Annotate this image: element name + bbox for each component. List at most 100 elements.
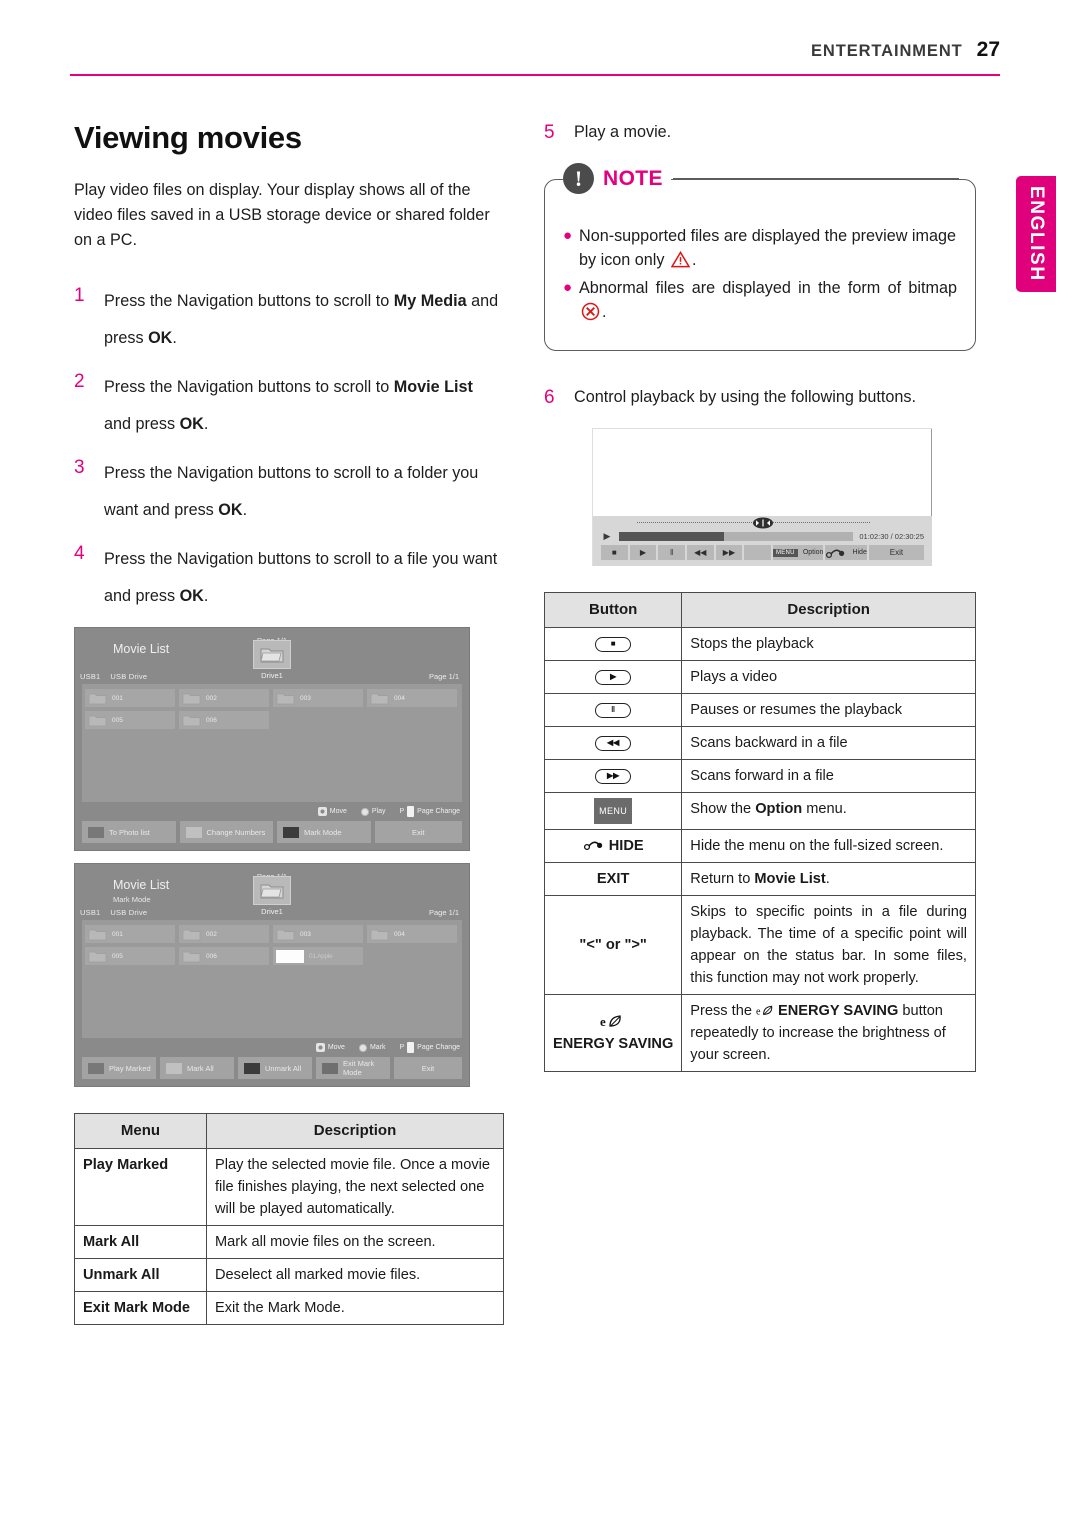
file-label: 002 bbox=[206, 930, 217, 938]
list-item[interactable]: 005 bbox=[85, 947, 175, 965]
usb-name-label: USB Drive bbox=[110, 672, 148, 681]
exit-button[interactable]: Exit bbox=[374, 821, 462, 843]
list-item[interactable]: 001 bbox=[85, 925, 175, 943]
movie-list-screenshot: Movie List USB1USB Drive Page 1/1 Page 1… bbox=[74, 627, 470, 851]
list-item[interactable]: 002 bbox=[179, 689, 269, 707]
button-label: Change Numbers bbox=[206, 827, 266, 837]
page-title: Viewing movies bbox=[74, 120, 302, 155]
drive-folder-icon bbox=[253, 640, 291, 669]
rewind-button[interactable]: ◀◀ bbox=[686, 545, 714, 560]
progress-fill bbox=[619, 531, 725, 541]
tv-hints-bar: Move Mark P Page Change bbox=[315, 1042, 460, 1053]
tv-usb-info: USB1 USB Drive bbox=[80, 672, 157, 681]
step-text-bold: OK bbox=[179, 587, 204, 605]
x-circle-icon bbox=[581, 302, 600, 321]
note-item-text: Non-supported files are displayed the pr… bbox=[579, 224, 957, 272]
step-text-bold: OK bbox=[218, 501, 243, 519]
menu-description-cell: Play the selected movie file. Once a mov… bbox=[206, 1148, 504, 1226]
list-item: 5 Play a movie. bbox=[544, 120, 976, 145]
desc-post: menu. bbox=[802, 801, 847, 817]
file-grid-panel: 001 002 003 004 005 bbox=[82, 684, 462, 802]
folder-icon bbox=[182, 715, 201, 726]
steps-list: 1 Press the Navigation buttons to scroll… bbox=[74, 283, 504, 615]
step-text: Play a movie. bbox=[574, 123, 672, 141]
table-row: Play Marked Play the selected movie file… bbox=[74, 1148, 504, 1226]
usb-name-label: USB Drive bbox=[110, 908, 148, 917]
pause-button[interactable]: ‖ bbox=[658, 545, 685, 560]
list-item[interactable]: 006 bbox=[179, 947, 269, 965]
hint-move: Move bbox=[315, 1043, 345, 1052]
list-item[interactable]: 004 bbox=[367, 689, 457, 707]
exit-mark-mode-button[interactable]: Exit Mark Mode bbox=[316, 1057, 390, 1079]
header-divider bbox=[70, 74, 1000, 76]
file-label: 001 bbox=[112, 930, 123, 938]
play-marked-button[interactable]: Play Marked bbox=[82, 1057, 156, 1079]
fast-forward-button[interactable]: ▶▶ bbox=[715, 545, 743, 560]
list-item[interactable]: 001 bbox=[85, 689, 175, 707]
note-header-rule bbox=[673, 178, 959, 180]
play-button[interactable]: ▶ bbox=[629, 545, 657, 560]
step-text: Press the Navigation buttons to scroll t… bbox=[104, 541, 504, 615]
unmark-all-button[interactable]: Unmark All bbox=[238, 1057, 312, 1079]
page-key-icon bbox=[407, 806, 415, 817]
list-item[interactable]: 005 bbox=[85, 711, 175, 729]
color-chip-icon bbox=[166, 1062, 182, 1074]
play-state-icon: ▶ bbox=[603, 530, 611, 541]
table-row: ■ Stops the playback bbox=[543, 627, 976, 661]
step-text-plain: Press the Navigation buttons to scroll t… bbox=[104, 292, 394, 310]
forward-button-icon: ▶▶ bbox=[595, 768, 632, 784]
to-photo-list-button[interactable]: To Photo list bbox=[82, 821, 176, 843]
exit-button[interactable]: Exit bbox=[868, 545, 925, 560]
list-item[interactable]: 006 bbox=[179, 711, 269, 729]
menu-badge-icon: MENU bbox=[594, 798, 633, 824]
list-item-selected[interactable]: 01.Apple bbox=[273, 947, 363, 965]
list-item[interactable]: 002 bbox=[179, 925, 269, 943]
progress-track[interactable] bbox=[619, 531, 854, 541]
step-text-bold: OK bbox=[148, 329, 173, 347]
list-item[interactable]: 004 bbox=[367, 925, 457, 943]
hide-arrow-icon bbox=[583, 841, 602, 851]
pause-button-icon: ‖ bbox=[595, 702, 632, 718]
page-number: 27 bbox=[976, 38, 1000, 61]
change-numbers-button[interactable]: Change Numbers bbox=[179, 821, 273, 843]
hint-prefix: P bbox=[399, 808, 405, 815]
list-item: 3 Press the Navigation buttons to scroll… bbox=[74, 455, 504, 529]
stop-button[interactable]: ■ bbox=[601, 545, 628, 560]
hint-page-change: P Page Change bbox=[399, 806, 460, 817]
step-text-plain: Press the Navigation buttons to scroll t… bbox=[104, 464, 479, 519]
folder-icon bbox=[88, 715, 107, 726]
mark-mode-screenshot: Movie List Mark Mode USB1 USB Drive Page … bbox=[74, 863, 470, 1087]
button-description-cell: Skips to specific points in a file durin… bbox=[681, 895, 976, 995]
button-cell-energy-saving: e ENERGY SAVING bbox=[543, 994, 683, 1072]
exit-button[interactable]: Exit bbox=[394, 1057, 462, 1079]
button-label: Option bbox=[802, 549, 824, 556]
button-description-cell: Press the e ENERGY SAVING button repeated… bbox=[681, 994, 976, 1072]
mark-mode-button[interactable]: Mark Mode bbox=[277, 821, 371, 843]
folder-icon bbox=[182, 951, 201, 962]
file-label: 003 bbox=[300, 694, 311, 702]
desc-pre: Return to bbox=[690, 871, 755, 887]
tv-hints-bar: Move Play P Page Change bbox=[317, 806, 460, 817]
step-text-plain: Press the Navigation buttons to scroll t… bbox=[104, 550, 498, 605]
table-row: HIDE Hide the menu on the full-sized scr… bbox=[543, 829, 976, 863]
step-number: 2 bbox=[74, 371, 85, 392]
list-item[interactable]: 003 bbox=[273, 925, 363, 943]
step-text-plain: . bbox=[203, 415, 209, 433]
button-description-table: Button Description ■ Stops the playback … bbox=[543, 592, 976, 1072]
mark-all-button[interactable]: Mark All bbox=[160, 1057, 234, 1079]
step-number: 3 bbox=[74, 457, 85, 478]
file-label: 006 bbox=[206, 952, 217, 960]
step-number: 4 bbox=[74, 543, 85, 564]
option-button[interactable]: MENU Option bbox=[772, 545, 824, 560]
folder-icon bbox=[88, 693, 107, 704]
button-description-cell: Scans backward in a file bbox=[681, 726, 976, 760]
folder-icon bbox=[370, 929, 389, 940]
file-label: 01.Apple bbox=[309, 952, 333, 960]
menu-name-cell: Play Marked bbox=[74, 1148, 207, 1226]
energy-saving-label: ENERGY SAVING bbox=[553, 1036, 674, 1052]
hide-button[interactable]: Hide bbox=[825, 545, 867, 560]
list-item: 4 Press the Navigation buttons to scroll… bbox=[74, 541, 504, 615]
color-chip-icon bbox=[88, 1062, 104, 1074]
list-item[interactable]: 003 bbox=[273, 689, 363, 707]
exclamation-icon: ! bbox=[563, 163, 594, 194]
